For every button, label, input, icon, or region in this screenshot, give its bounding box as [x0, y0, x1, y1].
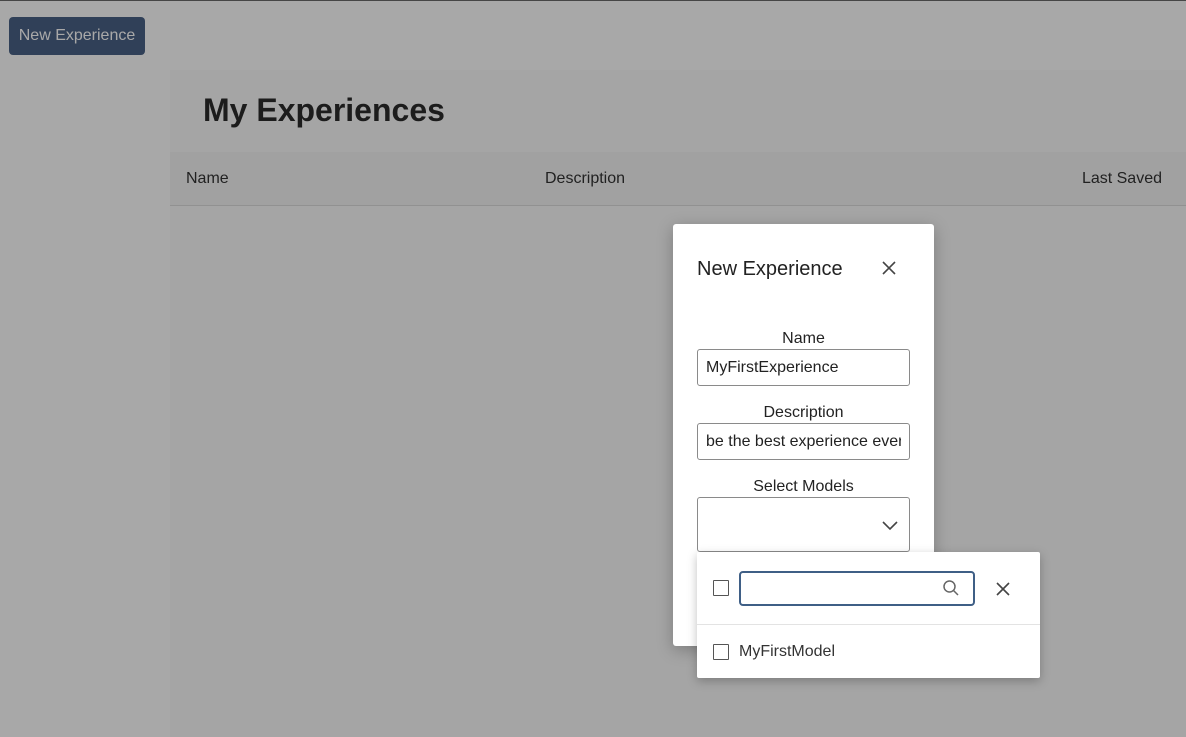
name-label: Name: [782, 330, 825, 347]
description-input[interactable]: [697, 423, 910, 460]
select-models-label: Select Models: [753, 478, 854, 495]
dropdown-filter-bar: [697, 552, 1040, 625]
description-label: Description: [763, 404, 844, 421]
name-input[interactable]: [697, 349, 910, 386]
page: New Experience My Experiences Name Descr…: [0, 0, 1186, 737]
close-icon[interactable]: [879, 258, 899, 278]
select-all-checkbox[interactable]: [713, 580, 729, 596]
dropdown-option[interactable]: MyFirstModel: [697, 635, 1040, 671]
dialog-title: New Experience: [697, 258, 843, 280]
select-models-dropdown[interactable]: [697, 497, 910, 552]
option-checkbox[interactable]: [713, 644, 729, 660]
option-label[interactable]: MyFirstModel: [739, 643, 835, 661]
model-search-input[interactable]: [739, 571, 975, 606]
models-dropdown-popup: MyFirstModel: [697, 552, 1040, 678]
chevron-down-icon[interactable]: [881, 516, 899, 534]
search-icon: [943, 580, 959, 596]
clear-filter-icon[interactable]: [994, 580, 1012, 598]
